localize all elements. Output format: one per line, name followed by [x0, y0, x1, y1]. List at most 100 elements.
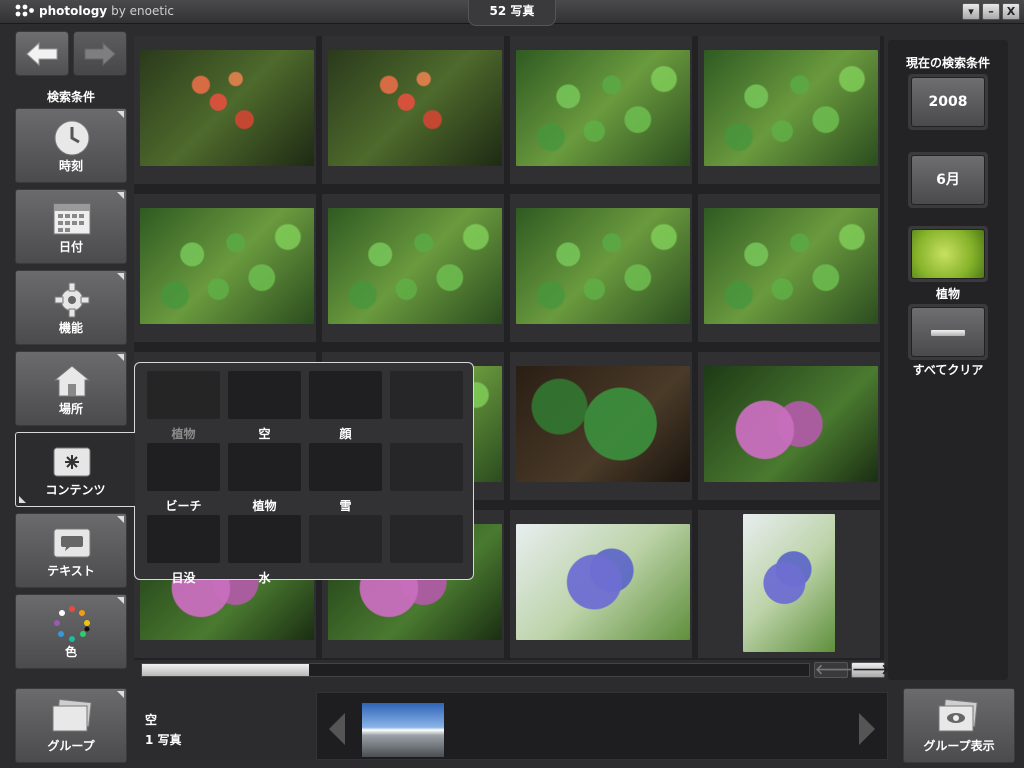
plant-criterion[interactable] [908, 226, 988, 282]
dropdown-corner-icon [117, 192, 124, 199]
category-item[interactable]: 顔 [309, 371, 382, 441]
group-info: 空 1 写真 [145, 710, 182, 750]
photo-image [516, 208, 690, 324]
category-label: 植物 [171, 427, 196, 441]
back-button[interactable] [15, 31, 69, 76]
photo-image [328, 208, 502, 324]
category-slot-empty [309, 515, 382, 583]
photo-thumbnail[interactable] [510, 194, 692, 342]
sidebar-item-content[interactable]: コンテンツ [15, 432, 135, 507]
scrollbar-thumb[interactable] [142, 664, 309, 676]
category-item[interactable]: 植物 [228, 443, 301, 513]
category-item[interactable]: 水 [228, 515, 301, 585]
category-label: 空 [258, 427, 271, 441]
sidebar-item-label: コンテンツ [45, 483, 106, 497]
plant-thumbnail [911, 229, 985, 279]
scroll-right-button[interactable]: 🡒 [851, 662, 890, 678]
category-item[interactable]: ビーチ [147, 443, 220, 513]
sidebar-item-color[interactable]: 色 [15, 594, 127, 669]
dropdown-corner-icon [117, 273, 124, 280]
sidebar-item-label: 場所 [58, 402, 83, 416]
category-thumbnail [228, 443, 301, 491]
category-thumbnail [390, 443, 463, 491]
photo-image [140, 208, 314, 324]
group-filmstrip [316, 692, 888, 760]
dropdown-corner-icon [117, 354, 124, 361]
horizontal-scrollbar[interactable] [141, 663, 810, 677]
photo-thumbnail[interactable] [510, 36, 692, 184]
photo-thumbnail[interactable] [698, 36, 880, 184]
group-button-label: グループ [47, 739, 95, 753]
photo-thumbnail[interactable] [698, 510, 880, 658]
clear-all-button[interactable] [908, 304, 988, 360]
sidebar-item-place[interactable]: 場所 [15, 351, 127, 426]
sidebar-item-label: 日付 [58, 240, 83, 254]
photo-image [516, 524, 690, 640]
photo-thumbnail[interactable] [322, 194, 504, 342]
category-label: 顔 [339, 427, 352, 441]
asterisk-icon [53, 443, 91, 481]
sidebar-item-text[interactable]: テキスト [15, 513, 127, 588]
photo-thumbnail[interactable] [510, 352, 692, 500]
group-view-button[interactable]: グループ表示 [903, 688, 1015, 763]
current-search-panel: 現在の検索条件 2008 6月 植物 すべてクリア [888, 40, 1008, 680]
clock-icon [53, 119, 91, 157]
category-item[interactable]: 日没 [147, 515, 220, 585]
forward-button[interactable] [73, 31, 127, 76]
category-item[interactable]: 植物 [147, 371, 220, 441]
filmstrip-next-icon[interactable] [859, 713, 875, 745]
photo-image [516, 50, 690, 166]
category-label: ビーチ [165, 499, 202, 513]
left-arrow-icon [26, 41, 58, 66]
category-thumbnail [390, 515, 463, 563]
category-item[interactable]: 空 [228, 371, 301, 441]
scroll-left-button[interactable]: 🡐 [814, 662, 853, 678]
photo-thumbnail[interactable] [134, 36, 316, 184]
house-icon [53, 362, 91, 400]
sidebar-item-label: テキスト [47, 564, 95, 578]
filmstrip-thumbnail[interactable] [362, 703, 444, 757]
sidebar-item-label: 機能 [58, 321, 83, 335]
photo-image [328, 50, 502, 166]
photo-thumbnail[interactable] [322, 36, 504, 184]
current-search-title: 現在の検索条件 [905, 56, 990, 70]
photo-image [704, 366, 878, 482]
stacked-photos-icon [50, 698, 94, 737]
dropdown-corner-icon [117, 111, 124, 118]
right-arrow-icon [84, 41, 116, 66]
brand-by: by enoetic [111, 4, 175, 18]
photo-thumbnail[interactable] [698, 352, 880, 500]
minimize-button[interactable]: – [982, 3, 1000, 20]
photo-thumbnail[interactable] [510, 510, 692, 658]
sidebar-item-date[interactable]: 日付 [15, 189, 127, 264]
photo-thumbnail[interactable] [698, 194, 880, 342]
photo-thumbnail[interactable] [134, 194, 316, 342]
category-item[interactable]: 雪 [309, 443, 382, 513]
sidebar-item-label: 色 [64, 645, 77, 659]
window-controls: ▾ – X [962, 3, 1020, 20]
category-thumbnail [228, 515, 301, 563]
color-wheel-icon [53, 605, 91, 643]
group-view-label: グループ表示 [923, 739, 995, 753]
expand-corner-icon [19, 496, 26, 503]
photo-count-title: 52 写真 [468, 0, 556, 26]
close-button[interactable]: X [1002, 3, 1020, 20]
category-thumbnail [228, 371, 301, 419]
category-thumbnail [309, 515, 382, 563]
menu-button[interactable]: ▾ [962, 3, 980, 20]
category-slot-empty [390, 443, 463, 511]
dropdown-corner-icon [117, 691, 124, 698]
year-criterion[interactable]: 2008 [908, 74, 988, 130]
filmstrip-prev-icon[interactable] [329, 713, 345, 745]
clear-all-face [911, 307, 985, 357]
photo-image [704, 208, 878, 324]
group-count: 1 写真 [145, 733, 182, 747]
sidebar-item-label: 時刻 [58, 159, 83, 173]
sidebar-item-function[interactable]: 機能 [15, 270, 127, 345]
view-photos-icon [934, 698, 984, 737]
month-criterion[interactable]: 6月 [908, 152, 988, 208]
sidebar-item-time[interactable]: 時刻 [15, 108, 127, 183]
minus-icon [931, 330, 965, 336]
group-button[interactable]: グループ [15, 688, 127, 763]
bottom-bar: グループ 空 1 写真 グループ表示 [0, 688, 1024, 768]
